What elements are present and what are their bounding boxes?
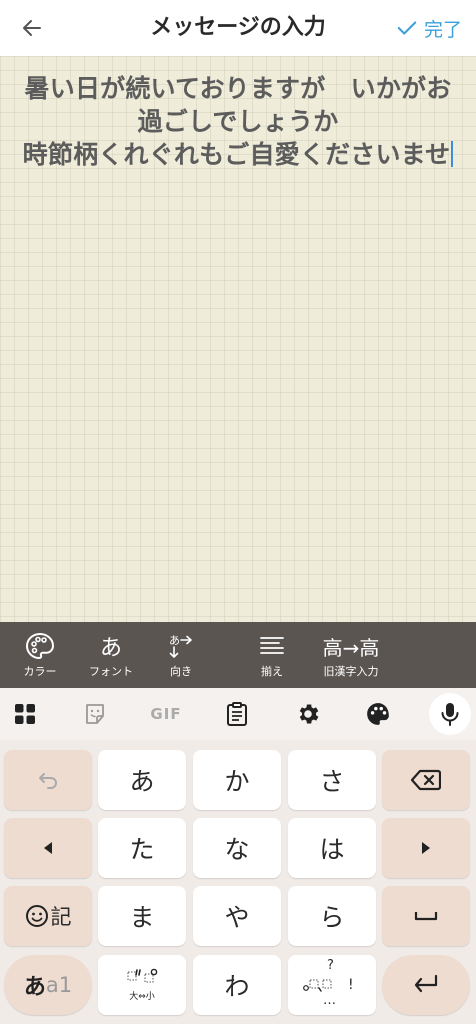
tool-direction[interactable]: あ 向き <box>142 622 220 688</box>
size-toggle-label: 大⇔小 <box>129 992 155 1002</box>
svg-text:あ: あ <box>169 634 180 647</box>
gif-button[interactable]: GIF <box>146 698 186 730</box>
symbol-key[interactable]: 記 <box>4 886 92 946</box>
message-input-area[interactable]: 暑い日が続いておりますが いかがお 過ごしでしょうか 時節柄くれぐれもご自愛くだ… <box>0 56 476 622</box>
dakuten-handakuten-icon <box>127 968 158 983</box>
enter-key[interactable] <box>382 955 470 1015</box>
back-button[interactable] <box>14 10 50 46</box>
caret-left-icon <box>44 842 52 854</box>
palette-icon <box>25 632 55 660</box>
kana-key-wa[interactable]: わ <box>193 955 281 1015</box>
tool-font-label: フォント <box>89 665 133 678</box>
punctuation-key[interactable]: ? ! … <box>288 955 376 1015</box>
text-cursor <box>451 141 454 167</box>
backspace-icon <box>411 769 441 791</box>
tool-align[interactable]: 揃え <box>240 622 304 688</box>
palette-icon <box>367 703 389 725</box>
gif-icon: GIF <box>150 705 182 723</box>
space-icon <box>414 912 438 921</box>
theme-button[interactable] <box>362 698 394 730</box>
undo-icon <box>39 773 57 789</box>
kana-key-ta[interactable]: た <box>98 818 186 878</box>
input-mode-key[interactable]: あ a1 <box>4 955 92 1015</box>
message-text: 暑い日が続いておりますが いかがお 過ごしでしょうか 時節柄くれぐれもご自愛くだ… <box>0 72 476 171</box>
tool-old-kanji[interactable]: 高→高 旧漢字入力 <box>304 622 398 688</box>
smiley-icon <box>25 905 48 927</box>
settings-gear-icon <box>299 704 319 724</box>
cursor-left-key[interactable] <box>4 818 92 878</box>
dakuten-key[interactable]: 大⇔小 <box>98 955 186 1015</box>
tool-old-kanji-label: 旧漢字入力 <box>323 665 379 678</box>
mode-kana-label: あ <box>23 975 46 1000</box>
clipboard-icon <box>227 702 247 726</box>
font-a-icon: あ <box>99 636 122 661</box>
old-kanji-icon: 高→高 <box>322 635 380 660</box>
done-button[interactable]: 完了 <box>396 10 462 46</box>
sticker-icon <box>86 704 104 724</box>
kana-key-ma[interactable]: ま <box>98 886 186 946</box>
backspace-key[interactable] <box>382 750 470 810</box>
keyboard-toolbar: GIF <box>0 688 476 740</box>
back-arrow-icon <box>23 20 41 36</box>
tool-font[interactable]: あ フォント <box>80 622 142 688</box>
kana-key-a[interactable]: あ <box>98 750 186 810</box>
message-line-3: 時節柄くれぐれもご自愛くださいませ <box>22 140 451 169</box>
kana-key-ka[interactable]: か <box>193 750 281 810</box>
align-lines-icon <box>260 637 284 654</box>
question-mark-label: ? <box>327 958 334 973</box>
clipboard-button[interactable] <box>221 698 253 730</box>
microphone-icon <box>441 703 459 726</box>
check-icon <box>397 21 417 35</box>
exclamation-label: ! <box>348 977 354 993</box>
tool-direction-label: 向き <box>170 665 192 678</box>
apps-grid-icon <box>15 704 35 724</box>
enter-return-icon <box>414 974 438 993</box>
done-label: 完了 <box>423 18 462 41</box>
tool-align-label: 揃え <box>261 665 283 678</box>
kana-key-ra[interactable]: ら <box>288 886 376 946</box>
voice-input-button[interactable] <box>429 693 471 735</box>
space-key[interactable] <box>382 886 470 946</box>
kana-key-sa[interactable]: さ <box>288 750 376 810</box>
punctuation-boxes-icon <box>303 979 332 992</box>
caret-right-icon <box>422 842 430 854</box>
cursor-right-key[interactable] <box>382 818 470 878</box>
kana-key-na[interactable]: な <box>193 818 281 878</box>
header-bar: メッセージの入力 完了 <box>0 0 476 56</box>
message-line-1: 暑い日が続いておりますが いかがお <box>24 74 452 103</box>
tool-color[interactable]: カラー <box>0 622 80 688</box>
sticker-button[interactable] <box>79 698 111 730</box>
settings-button[interactable] <box>292 698 324 730</box>
tool-color-label: カラー <box>23 665 57 678</box>
direction-icon: あ <box>166 631 196 661</box>
edit-toolbar: カラー あ フォント あ 向き 揃え 高→高 旧漢字入力 <box>0 622 476 688</box>
symbol-key-label: 記 <box>50 905 72 929</box>
mode-alpha-label: a1 <box>45 973 73 997</box>
kana-key-ha[interactable]: は <box>288 818 376 878</box>
message-line-2: 過ごしでしょうか <box>137 107 339 136</box>
message-line-3-wrap: 時節柄くれぐれもご自愛くださいませ <box>0 138 476 171</box>
kana-key-ya[interactable]: や <box>193 886 281 946</box>
ellipsis-label: … <box>323 993 336 1008</box>
undo-key[interactable] <box>4 750 92 810</box>
apps-grid-button[interactable] <box>9 698 41 730</box>
